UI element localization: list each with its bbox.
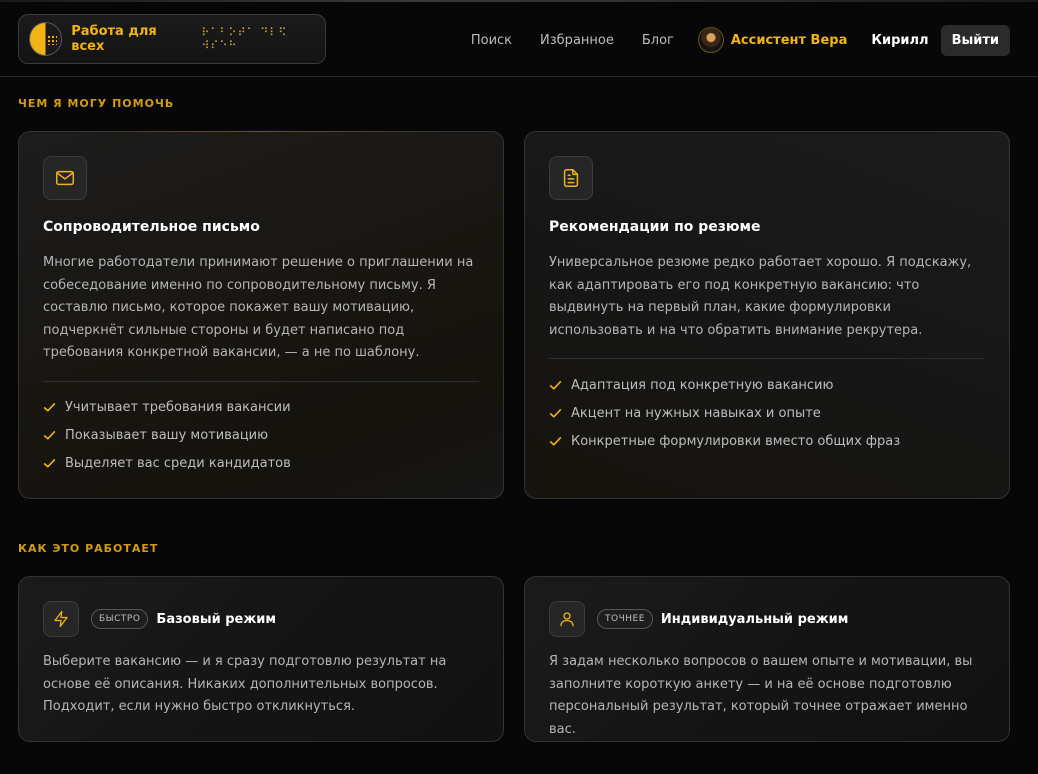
feature-text: Выделяет вас среди кандидатов (65, 456, 291, 471)
feature-text: Адаптация под конкретную вакансию (571, 377, 834, 393)
nav-link-search[interactable]: Поиск (471, 33, 512, 48)
feature-item: Показывает вашу мотивацию (43, 422, 479, 450)
nav-link-blog[interactable]: Блог (642, 33, 674, 48)
feature-item: Выделяет вас среди кандидатов (43, 450, 479, 478)
card-glow-line (79, 131, 443, 132)
site-header: Работа для всех ⠗⠁⠃⠕⠞⠁ ⠙⠇⠫ ⠺⠎⠑⠓ Поиск Из… (0, 0, 1038, 77)
mode-description: Выберите вакансию — и я сразу подготовлю… (43, 654, 447, 714)
card-basic-mode: БЫСТРО Базовый режим Выберите вакансию —… (18, 576, 504, 742)
feature-list: Адаптация под конкретную вакансию Акцент… (549, 371, 985, 455)
mode-badge: БЫСТРО (91, 609, 149, 629)
assistant-name: Ассистент Вера (730, 32, 848, 48)
check-icon (549, 408, 562, 418)
assistant-link[interactable]: Ассистент Вера (697, 27, 848, 53)
user-name[interactable]: Кирилл (871, 33, 928, 48)
check-icon (43, 459, 56, 468)
mode-title: Индивидуальный режим (660, 611, 849, 627)
card-title: Рекомендации по резюме (549, 219, 761, 235)
feature-text: Акцент на нужных навыках и опыте (571, 405, 821, 421)
divider (43, 380, 479, 382)
brand-title: Работа для всех (71, 24, 157, 54)
check-icon (43, 403, 56, 412)
card-description: Универсальное резюме редко работает хоро… (549, 255, 972, 338)
mode-title: Базовый режим (156, 611, 276, 627)
divider (549, 358, 985, 359)
card-cover-letter: Сопроводительное письмо Многие работодат… (18, 131, 504, 499)
mode-header: ТОЧНЕЕ Индивидуальный режим (549, 601, 985, 637)
check-icon (43, 431, 56, 440)
feature-text: Учитывает требования вакансии (65, 400, 291, 415)
feature-item: Адаптация под конкретную вакансию (549, 371, 985, 399)
document-icon (549, 156, 593, 200)
card-resume-tips: Рекомендации по резюме Универсальное рез… (524, 131, 1010, 499)
logo-icon (29, 22, 63, 56)
section-title-how: КАК ЭТО РАБОТАЕТ (18, 542, 159, 555)
feature-item: Учитывает требования вакансии (43, 394, 479, 422)
brand-logo-link[interactable]: Работа для всех ⠗⠁⠃⠕⠞⠁ ⠙⠇⠫ ⠺⠎⠑⠓ (18, 14, 326, 64)
check-icon (549, 436, 562, 446)
mail-icon (43, 156, 87, 200)
assistant-avatar (697, 27, 724, 53)
mode-badge: ТОЧНЕЕ (597, 609, 653, 629)
user-icon (549, 601, 585, 637)
feature-text: Конкретные формулировки вместо общих фра… (571, 433, 901, 449)
brand-braille-text: ⠗⠁⠃⠕⠞⠁ ⠙⠇⠫ ⠺⠎⠑⠓ (201, 26, 288, 52)
logout-button[interactable]: Выйти (940, 24, 1010, 56)
main-nav: Поиск Избранное Блог Ассистент Вера Кири… (443, 24, 1010, 56)
section-title-help: ЧЕМ Я МОГУ ПОМОЧЬ (18, 97, 175, 110)
card-title: Сопроводительное письмо (43, 219, 260, 235)
card-individual-mode: ТОЧНЕЕ Индивидуальный режим Я задам неск… (524, 576, 1010, 742)
mode-header: БЫСТРО Базовый режим (43, 601, 479, 637)
feature-text: Показывает вашу мотивацию (65, 428, 269, 443)
check-icon (549, 380, 562, 390)
feature-list: Учитывает требования вакансии Показывает… (43, 394, 479, 478)
mode-description: Я задам несколько вопросов о вашем опыте… (549, 654, 973, 737)
feature-item: Акцент на нужных навыках и опыте (549, 399, 985, 427)
nav-link-favorites[interactable]: Избранное (540, 33, 614, 48)
feature-item: Конкретные формулировки вместо общих фра… (549, 427, 985, 455)
card-description: Многие работодатели принимают решение о … (43, 255, 474, 360)
lightning-icon (43, 601, 79, 637)
